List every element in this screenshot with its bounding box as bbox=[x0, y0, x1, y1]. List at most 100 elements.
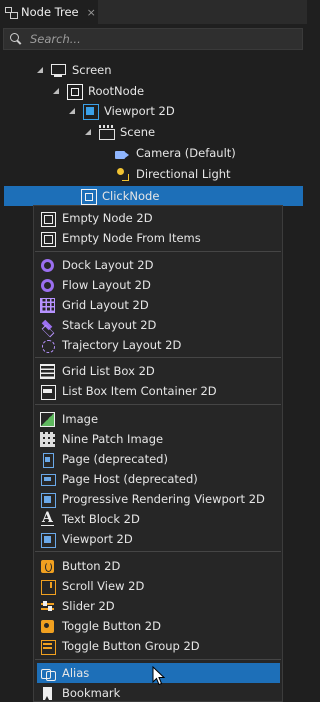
image-icon bbox=[40, 411, 55, 427]
tree-item-scene[interactable]: Scene bbox=[84, 122, 155, 142]
menu-item-label: Progressive Rendering Viewport 2D bbox=[62, 492, 265, 506]
menu-item-empty-node-from-items[interactable]: Empty Node From Items bbox=[37, 228, 280, 248]
menu-item-label: Alias bbox=[62, 666, 90, 680]
menu-item-label: Grid List Box 2D bbox=[62, 364, 155, 378]
menu-separator bbox=[35, 659, 281, 660]
menu-item-dock-layout-2d[interactable]: Dock Layout 2D bbox=[37, 255, 280, 275]
menu-item-label: Grid Layout 2D bbox=[62, 298, 149, 312]
menu-item-page-host[interactable]: Page Host (deprecated) bbox=[37, 469, 280, 489]
tree-item-label: Camera (Default) bbox=[136, 146, 236, 160]
toggle-button-icon bbox=[40, 619, 55, 634]
tree-item-label: Directional Light bbox=[136, 167, 231, 181]
menu-item-label: Page Host (deprecated) bbox=[62, 472, 198, 486]
tree-item-screen[interactable]: Screen bbox=[36, 60, 112, 80]
toggle-button-group-icon bbox=[40, 639, 56, 655]
scroll-view-icon bbox=[40, 579, 56, 595]
camera-icon bbox=[114, 145, 130, 161]
menu-item-button-2d[interactable]: Button 2D bbox=[37, 556, 280, 576]
add-node-context-menu: Empty Node 2D Empty Node From Items Dock… bbox=[33, 205, 283, 702]
grid-layout-icon bbox=[40, 297, 55, 313]
progressive-rendering-icon bbox=[40, 492, 56, 508]
alias-icon bbox=[40, 666, 56, 681]
menu-item-label: Scroll View 2D bbox=[62, 579, 145, 593]
menu-item-progressive-rendering-viewport-2d[interactable]: Progressive Rendering Viewport 2D bbox=[37, 489, 280, 509]
menu-separator bbox=[35, 357, 281, 358]
list-box-item-icon bbox=[40, 384, 56, 400]
menu-item-label: Nine Patch Image bbox=[62, 432, 164, 446]
menu-separator bbox=[35, 251, 281, 252]
tree-item-viewport-2d[interactable]: Viewport 2D bbox=[68, 101, 175, 121]
menu-item-label: Text Block 2D bbox=[62, 512, 140, 526]
node-icon bbox=[80, 188, 97, 205]
menu-item-image[interactable]: Image bbox=[37, 409, 280, 429]
menu-item-nine-patch-image[interactable]: Nine Patch Image bbox=[37, 429, 280, 449]
menu-item-label: Slider 2D bbox=[62, 599, 115, 613]
expand-arrow-icon[interactable] bbox=[36, 66, 44, 74]
menu-item-page[interactable]: Page (deprecated) bbox=[37, 449, 280, 469]
menu-item-text-block-2d[interactable]: Text Block 2D bbox=[37, 509, 280, 529]
menu-item-grid-layout-2d[interactable]: Grid Layout 2D bbox=[37, 295, 280, 315]
menu-item-label: Trajectory Layout 2D bbox=[62, 338, 182, 352]
tree-item-label: RootNode bbox=[88, 84, 145, 98]
tree-item-label: Scene bbox=[120, 125, 156, 139]
menu-item-label: Empty Node From Items bbox=[62, 231, 201, 245]
menu-item-label: Bookmark bbox=[62, 686, 121, 700]
search-icon bbox=[10, 33, 22, 45]
menu-item-list-box-item-container-2d[interactable]: List Box Item Container 2D bbox=[37, 381, 280, 401]
menu-separator bbox=[35, 404, 281, 405]
grid-list-box-icon bbox=[40, 363, 55, 379]
button-icon bbox=[40, 559, 55, 574]
menu-item-label: Dock Layout 2D bbox=[62, 258, 154, 272]
close-icon[interactable]: × bbox=[87, 6, 96, 19]
tab-title: Node Tree bbox=[21, 5, 79, 19]
panel-tab-bar: Node Tree × bbox=[0, 0, 307, 24]
search-input[interactable] bbox=[30, 32, 280, 46]
viewport-2d-icon bbox=[40, 532, 56, 548]
menu-separator bbox=[35, 551, 281, 552]
empty-node-items-icon bbox=[40, 231, 56, 247]
trajectory-layout-icon bbox=[40, 338, 55, 353]
tree-item-directional-light[interactable]: Directional Light bbox=[114, 164, 231, 184]
menu-item-viewport-2d[interactable]: Viewport 2D bbox=[37, 529, 280, 549]
tab-node-tree[interactable]: Node Tree × bbox=[0, 0, 98, 24]
menu-item-flow-layout-2d[interactable]: Flow Layout 2D bbox=[37, 275, 280, 295]
tree-item-clicknode[interactable]: ClickNode bbox=[4, 186, 303, 206]
viewport-icon bbox=[82, 103, 99, 120]
menu-item-label: Button 2D bbox=[62, 559, 121, 573]
menu-item-label: Toggle Button 2D bbox=[62, 619, 161, 633]
menu-item-scroll-view-2d[interactable]: Scroll View 2D bbox=[37, 576, 280, 596]
menu-item-label: Page (deprecated) bbox=[62, 452, 168, 466]
dock-layout-icon bbox=[40, 258, 55, 273]
menu-item-label: List Box Item Container 2D bbox=[62, 384, 217, 398]
menu-item-label: Toggle Button Group 2D bbox=[62, 639, 200, 653]
menu-item-toggle-button-2d[interactable]: Toggle Button 2D bbox=[37, 616, 280, 636]
tree-item-rootnode[interactable]: RootNode bbox=[52, 81, 144, 101]
menu-item-label: Image bbox=[62, 412, 99, 426]
stack-layout-icon bbox=[40, 318, 55, 333]
search-box[interactable] bbox=[3, 28, 303, 50]
menu-item-trajectory-layout-2d[interactable]: Trajectory Layout 2D bbox=[37, 335, 280, 355]
screen-icon bbox=[50, 62, 66, 78]
empty-node-icon bbox=[40, 211, 56, 227]
mouse-cursor-icon bbox=[152, 666, 166, 686]
expand-arrow-icon[interactable] bbox=[84, 128, 92, 136]
text-block-icon bbox=[40, 510, 55, 527]
node-tree-icon bbox=[4, 6, 18, 19]
menu-item-grid-list-box-2d[interactable]: Grid List Box 2D bbox=[37, 361, 280, 381]
menu-item-empty-node-2d[interactable]: Empty Node 2D bbox=[37, 208, 280, 228]
menu-item-toggle-button-group-2d[interactable]: Toggle Button Group 2D bbox=[37, 636, 280, 656]
menu-item-label: Flow Layout 2D bbox=[62, 278, 151, 292]
expand-arrow-icon[interactable] bbox=[52, 87, 60, 95]
expand-arrow-icon[interactable] bbox=[68, 107, 76, 115]
slider-icon bbox=[40, 599, 55, 614]
menu-item-slider-2d[interactable]: Slider 2D bbox=[37, 596, 280, 616]
tree-item-camera[interactable]: Camera (Default) bbox=[114, 143, 236, 163]
tree-item-label: Screen bbox=[72, 63, 112, 77]
menu-item-stack-layout-2d[interactable]: Stack Layout 2D bbox=[37, 315, 280, 335]
bookmark-icon bbox=[40, 686, 55, 701]
tree-item-label: ClickNode bbox=[102, 189, 160, 203]
tree-item-label: Viewport 2D bbox=[104, 104, 175, 118]
menu-item-label: Stack Layout 2D bbox=[62, 318, 157, 332]
flow-layout-icon bbox=[40, 278, 55, 293]
scene-icon bbox=[98, 124, 115, 140]
